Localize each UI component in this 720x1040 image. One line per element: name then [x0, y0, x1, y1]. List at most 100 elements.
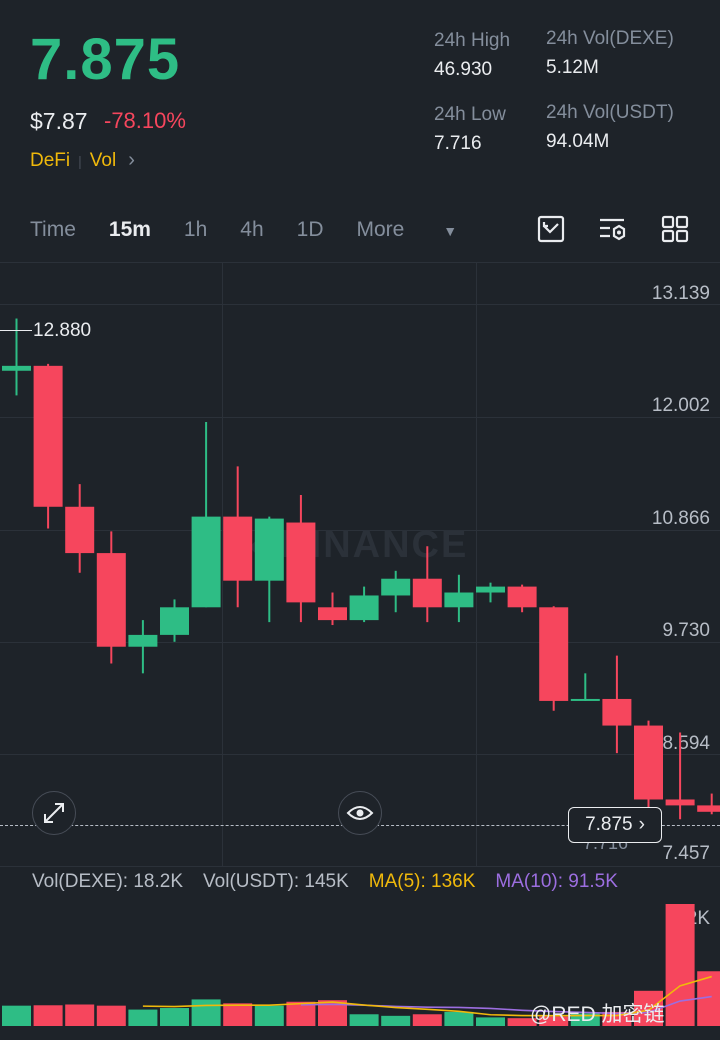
volume-bar — [65, 1004, 95, 1026]
candle — [254, 516, 284, 623]
candle — [128, 620, 158, 674]
chart-style-icon[interactable] — [536, 214, 566, 244]
tab-time[interactable]: Time — [30, 218, 76, 242]
tab-15m[interactable]: 15m — [109, 218, 151, 242]
candle — [665, 732, 695, 820]
candle — [476, 582, 505, 603]
candle — [349, 586, 379, 623]
candle-body — [697, 805, 720, 812]
last-price-tag-value: 7.875 — [585, 814, 633, 835]
high-value: 46.930 — [434, 59, 493, 80]
volume-bar — [444, 1011, 474, 1026]
candle-body — [254, 518, 284, 581]
vol-quote-value: 94.04M — [546, 131, 610, 152]
tab-more[interactable]: More ▼ — [357, 218, 491, 242]
volume-bar — [412, 1014, 442, 1026]
candle-body — [223, 516, 253, 581]
visibility-button[interactable] — [338, 791, 382, 835]
volume-bar — [128, 1009, 158, 1026]
candle-body — [476, 586, 505, 593]
candle — [444, 574, 474, 623]
candle-body — [318, 607, 347, 621]
volume-bar — [349, 1014, 379, 1026]
candlestick-chart[interactable] — [0, 262, 720, 867]
candle-body — [286, 522, 316, 603]
candle — [539, 606, 569, 711]
timeframe-tabs: Time 15m 1h 4h 1D More ▼ — [30, 218, 523, 242]
vol-base-indicator: Vol(DEXE): 18.2K — [32, 871, 184, 892]
volume-bar — [665, 904, 695, 1026]
candle-body — [191, 516, 221, 608]
candle-body — [412, 578, 442, 608]
chevron-right-icon: › — [638, 814, 645, 835]
candle-body — [665, 799, 695, 806]
expand-button[interactable] — [32, 791, 76, 835]
indicator-settings-icon[interactable] — [598, 214, 628, 244]
grid-layout-icon[interactable] — [660, 214, 690, 244]
ma10-indicator: MA(10): 91.5K — [495, 871, 618, 892]
vol-quote-indicator: Vol(USDT): 145K — [203, 871, 349, 892]
usd-price: $7.87 — [30, 108, 88, 134]
expand-icon — [44, 803, 64, 823]
eye-icon — [346, 806, 374, 820]
tag-separator: | — [78, 152, 82, 169]
high-marker-line — [0, 330, 32, 331]
volume-bar — [2, 1005, 31, 1026]
candle-body — [65, 506, 95, 554]
tab-1h[interactable]: 1h — [184, 218, 207, 242]
candle-body — [160, 607, 189, 635]
volume-legend: Vol(DEXE): 18.2K Vol(USDT): 145K MA(5): … — [32, 871, 618, 893]
vol-quote-label: 24h Vol(USDT) — [546, 102, 674, 123]
candle-body — [33, 365, 63, 507]
footer-watermark: @RED 加密链 — [530, 1003, 665, 1026]
candle — [96, 531, 126, 664]
candle-body — [349, 595, 379, 621]
volume-bar — [381, 1015, 411, 1026]
tab-more-label: More — [356, 218, 405, 241]
candle — [160, 599, 189, 642]
candle — [318, 592, 347, 626]
tag-defi[interactable]: DeFi — [30, 150, 70, 172]
volume-bar — [191, 999, 221, 1026]
candle-body — [96, 553, 126, 647]
candle-body — [634, 725, 663, 800]
candle-body — [444, 592, 474, 608]
last-price: 7.875 — [30, 27, 181, 92]
candle-body — [128, 634, 158, 647]
volume-bar — [96, 1005, 126, 1026]
tab-1d[interactable]: 1D — [297, 218, 324, 242]
tab-4h[interactable]: 4h — [240, 218, 263, 242]
volume-bar — [33, 1005, 63, 1026]
last-price-tag[interactable]: 7.875 › — [568, 807, 662, 843]
volume-bar — [476, 1017, 505, 1026]
candle — [381, 570, 411, 613]
volume-bar — [254, 1005, 284, 1026]
candle-body — [539, 607, 569, 701]
high-marker-label: 12.880 — [33, 320, 92, 341]
candle — [65, 484, 95, 573]
candle — [191, 422, 221, 608]
vol-base-label: 24h Vol(DEXE) — [546, 28, 674, 49]
price-change-percent: -78.10% — [104, 108, 186, 133]
candle — [223, 466, 253, 608]
tag-vol[interactable]: Vol — [90, 150, 116, 172]
candle — [602, 655, 632, 754]
candle-body — [507, 586, 537, 608]
ma5-indicator: MA(5): 136K — [368, 871, 476, 892]
token-tags[interactable]: DeFi | Vol › — [30, 149, 135, 172]
candle — [33, 363, 63, 529]
chevron-right-icon[interactable]: › — [128, 149, 135, 172]
low-value: 7.716 — [434, 133, 482, 154]
candle-body — [381, 578, 411, 596]
candle — [634, 720, 663, 808]
low-label: 24h Low — [434, 104, 506, 125]
candle — [286, 494, 316, 623]
candle — [412, 546, 442, 623]
volume-bar — [160, 1008, 189, 1026]
candle-body — [602, 698, 632, 726]
high-label: 24h High — [434, 30, 511, 51]
volume-bar — [223, 1003, 253, 1026]
candle — [507, 584, 537, 613]
vol-base-value: 5.12M — [546, 57, 599, 78]
caret-down-icon: ▼ — [443, 223, 458, 239]
